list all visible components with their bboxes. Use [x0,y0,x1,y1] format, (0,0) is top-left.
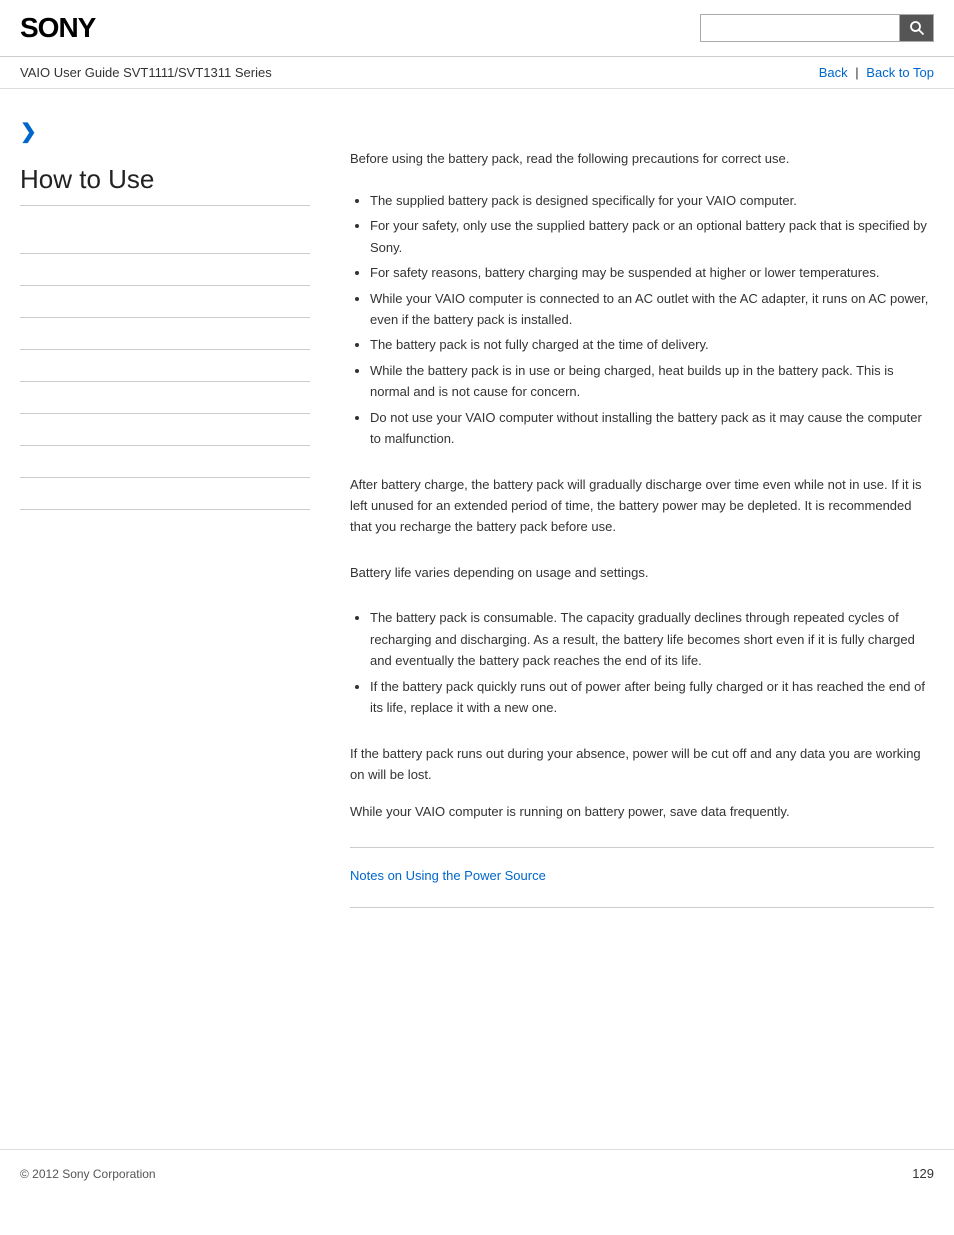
content-area: Before using the battery pack, read the … [330,109,934,1109]
content-intro: Before using the battery pack, read the … [350,149,934,170]
bullet-section-1: The supplied battery pack is designed sp… [350,190,934,450]
bullet-list-2: The battery pack is consumable. The capa… [350,607,934,718]
list-item[interactable] [20,350,310,382]
bullet-section-2: The battery pack is consumable. The capa… [350,607,934,718]
page-footer: © 2012 Sony Corporation 129 [0,1149,954,1197]
list-item: While the battery pack is in use or bein… [370,360,934,403]
content-paragraph-2: Battery life varies depending on usage a… [350,562,934,583]
bottom-link-section: Notes on Using the Power Source [350,868,934,883]
paragraph-section-3: If the battery pack runs out during your… [350,743,934,823]
list-item[interactable] [20,382,310,414]
list-item[interactable] [20,222,310,254]
list-item: Do not use your VAIO computer without in… [370,407,934,450]
sidebar-nav-list [20,222,310,510]
list-item[interactable] [20,254,310,286]
content-divider-2 [350,907,934,908]
footer-copyright: © 2012 Sony Corporation [20,1167,156,1181]
list-item[interactable] [20,446,310,478]
page-header: SONY [0,0,954,57]
nav-links: Back | Back to Top [819,65,934,80]
search-button[interactable] [900,14,934,42]
main-container: ❯ How to Use Before using the battery pa… [0,89,954,1129]
sony-logo: SONY [20,12,95,44]
list-item[interactable] [20,286,310,318]
page-number: 129 [912,1166,934,1181]
list-item: The battery pack is not fully charged at… [370,334,934,355]
sidebar-title: How to Use [20,164,310,206]
list-item: The battery pack is consumable. The capa… [370,607,934,671]
back-to-top-link[interactable]: Back to Top [866,65,934,80]
search-input[interactable] [700,14,900,42]
content-paragraph-1: After battery charge, the battery pack w… [350,474,934,538]
list-item[interactable] [20,318,310,350]
list-item: If the battery pack quickly runs out of … [370,676,934,719]
paragraph-section-1: After battery charge, the battery pack w… [350,474,934,538]
content-paragraph-4: While your VAIO computer is running on b… [350,801,934,822]
guide-title: VAIO User Guide SVT1111/SVT1311 Series [20,65,272,80]
list-item: While your VAIO computer is connected to… [370,288,934,331]
paragraph-section-2: Battery life varies depending on usage a… [350,562,934,583]
list-item: For your safety, only use the supplied b… [370,215,934,258]
list-item: The supplied battery pack is designed sp… [370,190,934,211]
list-item[interactable] [20,414,310,446]
nav-bar: VAIO User Guide SVT1111/SVT1311 Series B… [0,57,954,89]
content-divider [350,847,934,848]
list-item: For safety reasons, battery charging may… [370,262,934,283]
search-icon [909,20,925,36]
sidebar: ❯ How to Use [20,109,330,1109]
back-link[interactable]: Back [819,65,848,80]
sidebar-arrow: ❯ [20,119,310,144]
nav-separator: | [855,65,858,80]
bullet-list-1: The supplied battery pack is designed sp… [350,190,934,450]
content-paragraph-3: If the battery pack runs out during your… [350,743,934,786]
notes-power-source-link[interactable]: Notes on Using the Power Source [350,868,546,883]
search-area [700,14,934,42]
list-item[interactable] [20,478,310,510]
